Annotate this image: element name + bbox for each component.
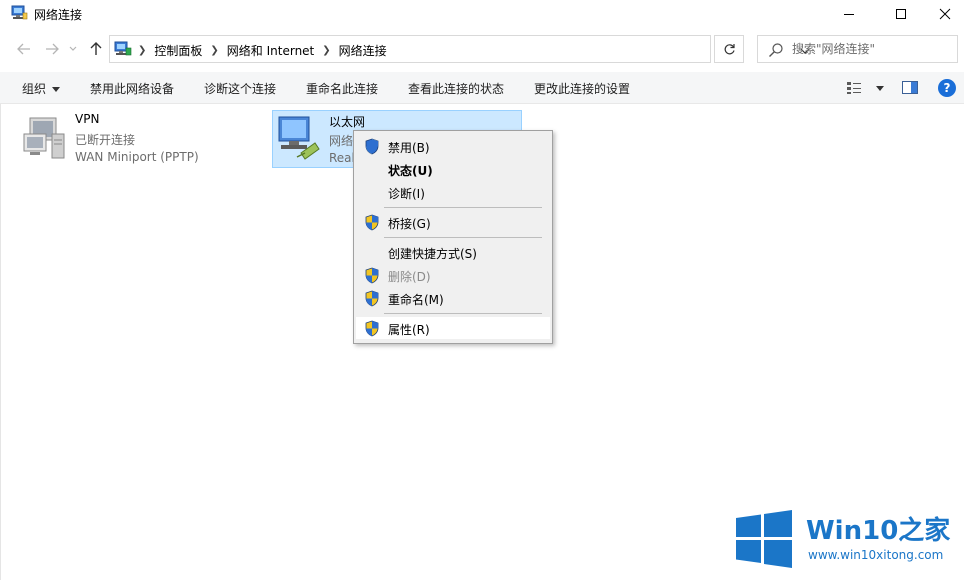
watermark-title-b: 之家 bbox=[898, 516, 951, 546]
menu-item-label: 重命名(M) bbox=[388, 293, 444, 307]
search-input[interactable] bbox=[792, 41, 952, 57]
chevron-down-icon bbox=[69, 46, 77, 51]
organize-menu-button[interactable]: 组织 bbox=[22, 80, 61, 97]
view-options-icon bbox=[847, 82, 861, 94]
title-bar: 网络连接 bbox=[0, 0, 964, 28]
diagnose-button[interactable]: 诊断这个连接 bbox=[204, 80, 276, 97]
uac-shield-icon bbox=[365, 290, 379, 307]
change-view-button[interactable] bbox=[846, 80, 886, 96]
minimize-button[interactable] bbox=[826, 0, 872, 28]
connection-status: 已断开连接 bbox=[75, 133, 136, 147]
minimize-icon bbox=[844, 14, 854, 15]
connection-item-vpn[interactable]: VPN 已断开连接 WAN Miniport (PPTP) bbox=[20, 112, 250, 168]
uac-shield-icon bbox=[365, 267, 379, 284]
menu-item-label: 诊断(I) bbox=[388, 187, 425, 201]
windows-logo-icon bbox=[736, 510, 792, 568]
menu-item-label: 桥接(G) bbox=[388, 217, 431, 231]
menu-item-diagnose[interactable]: 诊断(I) bbox=[356, 181, 550, 203]
menu-separator bbox=[384, 313, 542, 314]
breadcrumb-separator[interactable]: ❯ bbox=[322, 45, 330, 56]
dropdown-arrow-icon bbox=[52, 87, 61, 92]
change-settings-button[interactable]: 更改此连接的设置 bbox=[534, 80, 630, 97]
menu-item-label: 状态(U) bbox=[388, 164, 433, 178]
menu-item-create-shortcut[interactable]: 创建快捷方式(S) bbox=[356, 241, 550, 263]
window-title: 网络连接 bbox=[34, 8, 83, 22]
breadcrumb-control-panel[interactable]: 控制面板 bbox=[154, 42, 202, 59]
organize-label: 组织 bbox=[22, 82, 47, 96]
computer-network-icon bbox=[278, 116, 320, 160]
address-bar[interactable]: ❯ 控制面板 ❯ 网络和 Internet ❯ 网络连接 bbox=[109, 35, 810, 63]
menu-item-label: 创建快捷方式(S) bbox=[388, 247, 477, 261]
refresh-button[interactable] bbox=[714, 35, 744, 63]
menu-item-label: 禁用(B) bbox=[388, 141, 430, 155]
pane-divider bbox=[0, 104, 1, 580]
view-status-button[interactable]: 查看此连接的状态 bbox=[408, 80, 504, 97]
back-button[interactable] bbox=[14, 40, 34, 58]
up-arrow-icon bbox=[90, 42, 102, 55]
close-icon bbox=[939, 8, 951, 20]
menu-item-status[interactable]: 状态(U) bbox=[356, 158, 550, 180]
menu-item-bridge[interactable]: 桥接(G) bbox=[356, 211, 550, 233]
up-button[interactable] bbox=[86, 40, 106, 58]
preview-pane-icon[interactable] bbox=[902, 81, 918, 94]
refresh-icon bbox=[724, 43, 735, 54]
uac-shield-icon bbox=[365, 214, 379, 231]
watermark-url: www.win10xitong.com bbox=[808, 548, 944, 562]
search-box[interactable] bbox=[757, 35, 958, 63]
watermark-title-a: Win10 bbox=[806, 516, 899, 546]
back-arrow-icon bbox=[17, 43, 30, 55]
breadcrumb-separator[interactable]: ❯ bbox=[138, 45, 146, 56]
breadcrumb: ❯ 控制面板 ❯ 网络和 Internet ❯ 网络连接 bbox=[138, 42, 387, 59]
close-button[interactable] bbox=[922, 0, 964, 28]
breadcrumb-network-internet[interactable]: 网络和 Internet bbox=[227, 42, 314, 59]
context-menu: 禁用(B) 状态(U) 诊断(I) 桥接(G) 创建快捷方式(S) 删除(D) … bbox=[353, 130, 553, 344]
connection-name: VPN bbox=[75, 112, 100, 126]
breadcrumb-network-connections[interactable]: 网络连接 bbox=[339, 42, 387, 59]
maximize-icon bbox=[896, 9, 906, 19]
forward-button[interactable] bbox=[42, 40, 62, 58]
rename-button[interactable]: 重命名此连接 bbox=[306, 80, 378, 97]
menu-separator bbox=[384, 237, 542, 238]
uac-shield-icon bbox=[365, 320, 379, 337]
maximize-button[interactable] bbox=[878, 0, 924, 28]
menu-item-disable[interactable]: 禁用(B) bbox=[356, 135, 550, 157]
menu-separator bbox=[384, 207, 542, 208]
command-bar: 组织 禁用此网络设备 诊断这个连接 重命名此连接 查看此连接的状态 更改此连接的… bbox=[0, 72, 964, 104]
navigation-bar: ❯ 控制面板 ❯ 网络和 Internet ❯ 网络连接 bbox=[0, 32, 964, 66]
uac-shield-icon bbox=[365, 138, 379, 155]
computer-network-icon bbox=[23, 117, 65, 159]
breadcrumb-separator[interactable]: ❯ bbox=[210, 45, 218, 56]
search-icon bbox=[769, 43, 783, 57]
watermark-title: Win10之家 bbox=[806, 510, 950, 547]
connection-status: 网络 bbox=[329, 134, 354, 148]
connection-device: Real bbox=[329, 151, 355, 165]
menu-item-delete[interactable]: 删除(D) bbox=[356, 264, 550, 286]
menu-item-label: 属性(R) bbox=[388, 323, 430, 337]
help-button[interactable]: ? bbox=[938, 79, 956, 97]
menu-item-rename[interactable]: 重命名(M) bbox=[356, 287, 550, 309]
connection-device: WAN Miniport (PPTP) bbox=[75, 150, 199, 164]
view-dropdown-arrow-icon[interactable] bbox=[876, 85, 884, 91]
menu-item-label: 删除(D) bbox=[388, 270, 431, 284]
menu-item-properties[interactable]: 属性(R) bbox=[356, 317, 550, 339]
forward-arrow-icon bbox=[46, 43, 59, 55]
network-connections-icon bbox=[11, 5, 28, 20]
help-icon: ? bbox=[943, 81, 951, 95]
watermark: Win10之家 www.win10xitong.com bbox=[734, 508, 960, 572]
recent-locations-button[interactable] bbox=[66, 40, 80, 58]
control-panel-icon bbox=[114, 41, 132, 56]
disable-device-button[interactable]: 禁用此网络设备 bbox=[90, 80, 174, 97]
connection-name: 以太网 bbox=[329, 115, 366, 129]
